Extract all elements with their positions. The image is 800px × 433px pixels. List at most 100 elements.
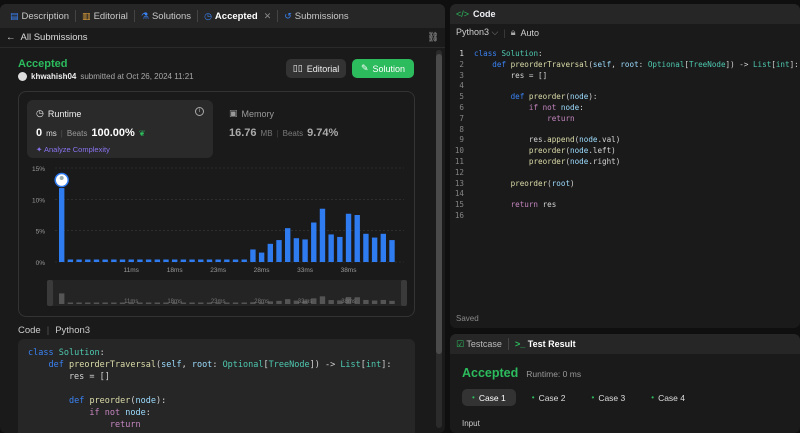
runtime-bar[interactable] <box>293 238 300 262</box>
navigator-handle-right[interactable] <box>401 280 407 306</box>
runtime-bar[interactable] <box>76 259 82 262</box>
code-line[interactable]: 10 preorder(node.left) <box>450 146 800 157</box>
runtime-bar[interactable] <box>389 240 395 262</box>
runtime-bar[interactable] <box>258 252 265 262</box>
runtime-bar[interactable] <box>302 239 308 262</box>
runtime-bar[interactable] <box>59 188 65 262</box>
navigator-bar <box>328 300 334 304</box>
runtime-bar[interactable] <box>85 259 91 262</box>
tab-description[interactable]: ▤ Description <box>6 11 73 22</box>
code-line[interactable]: 13 preorder(root) <box>450 179 800 190</box>
username[interactable]: khwahish04 <box>31 72 76 81</box>
runtime-bar[interactable] <box>163 259 169 262</box>
runtime-bar[interactable] <box>215 259 221 262</box>
submitted-time: submitted at Oct 26, 2024 11:21 <box>80 72 194 81</box>
tab-submissions[interactable]: ↺ Submissions <box>280 11 352 22</box>
runtime-bar[interactable] <box>67 259 74 262</box>
runtime-bar[interactable] <box>363 233 369 262</box>
runtime-bar[interactable] <box>267 243 274 262</box>
navigator-handle-left[interactable] <box>47 280 53 306</box>
back-arrow-icon[interactable]: ← <box>6 32 16 43</box>
code-line[interactable]: 12 <box>450 168 800 179</box>
runtime-distribution-chart[interactable]: 15% 10% 5% 0% 11ms 11ms 18ms 18ms 23ms 23ms 28ms 28… <box>19 162 416 317</box>
code-line[interactable]: 6 if not node: <box>450 103 800 114</box>
tab-testcase[interactable]: ☑ Testcase <box>456 339 502 350</box>
close-icon[interactable]: ✕ <box>264 11 272 21</box>
code-line[interactable]: 5 def preorder(node): <box>450 92 800 103</box>
line-number: 14 <box>454 189 464 199</box>
link-icon[interactable]: ⛓ <box>427 32 439 43</box>
runtime-bar[interactable] <box>111 259 117 262</box>
code-line[interactable]: 3 res = [] <box>450 71 800 82</box>
line-text: class Solution: <box>474 49 543 58</box>
editorial-button[interactable]: ▯▯ Editorial <box>286 59 346 78</box>
code-line[interactable]: 15 return res <box>450 200 800 211</box>
line-number: 13 <box>454 178 464 188</box>
navigator-tick-label: 18ms <box>167 299 182 305</box>
memory-beats: 9.74% <box>307 127 339 139</box>
runtime-bar[interactable] <box>319 208 326 262</box>
runtime-bar[interactable] <box>198 259 204 262</box>
code-line[interactable]: 11 preorder(node.right) <box>450 157 800 168</box>
runtime-bar[interactable] <box>119 259 126 262</box>
tab-test-result[interactable]: >_ Test Result <box>515 339 576 349</box>
code-line[interactable]: 7 return <box>450 114 800 125</box>
line-number: 11 <box>454 156 464 166</box>
runtime-bar[interactable] <box>345 213 352 262</box>
case-tab-4[interactable]: • Case 4 <box>641 389 695 406</box>
runtime-bar[interactable] <box>128 259 134 262</box>
solution-button[interactable]: ✎ Solution <box>352 59 414 78</box>
code-line[interactable]: 1 class Solution: <box>450 49 800 60</box>
code-line[interactable]: 9 res.append(node.val) <box>450 135 800 146</box>
runtime-bar[interactable] <box>137 259 143 262</box>
code-editor[interactable]: 1 class Solution: 2 def preorderTraversal(… <box>450 49 800 222</box>
runtime-bar[interactable] <box>337 236 343 262</box>
code-panel-title: Code <box>473 9 496 19</box>
runtime-bar[interactable] <box>241 259 247 262</box>
runtime-bar[interactable] <box>232 259 239 262</box>
editor-toolbar: Python3 ⌵ | 🔒︎ Auto <box>456 27 540 38</box>
runtime-bar[interactable] <box>189 259 195 262</box>
runtime-bar[interactable] <box>380 233 387 262</box>
y-tick-label: 5% <box>36 229 46 236</box>
runtime-bar[interactable] <box>250 249 256 262</box>
runtime-bar[interactable] <box>328 234 334 262</box>
code-line[interactable]: 14 <box>450 189 800 200</box>
runtime-bar[interactable] <box>145 259 152 262</box>
code-line[interactable]: 8 <box>450 125 800 136</box>
runtime-bar[interactable] <box>206 259 213 262</box>
runtime-bar[interactable] <box>311 222 317 262</box>
analyze-complexity-link[interactable]: ✦ Analyze Complexity <box>36 145 110 154</box>
runtime-bar[interactable] <box>285 228 291 262</box>
runtime-bar[interactable] <box>172 259 178 262</box>
case-tab-3[interactable]: • Case 3 <box>582 389 636 406</box>
info-icon[interactable]: i <box>195 107 204 116</box>
tab-accepted[interactable]: ◷ Accepted ✕ <box>200 11 275 22</box>
runtime-bar[interactable] <box>180 259 187 262</box>
navigator-bar <box>276 300 282 304</box>
code-line[interactable]: 4 <box>450 81 800 92</box>
runtime-bar[interactable] <box>102 259 108 262</box>
runtime-card[interactable]: ◷ Runtime i 0 ms | Beats 100.00% ❦ ✦ Anal… <box>27 100 213 158</box>
case-tab-2[interactable]: • Case 2 <box>522 389 576 406</box>
x-tick-label: 33ms <box>297 267 314 274</box>
tab-editorial[interactable]: ▥ Editorial <box>78 11 132 22</box>
scrollbar-thumb[interactable] <box>436 54 442 354</box>
language-select[interactable]: Python3 ⌵ <box>456 27 498 38</box>
all-submissions-link[interactable]: All Submissions <box>21 32 88 43</box>
tab-solutions[interactable]: ⚗ Solutions <box>137 11 195 22</box>
runtime-bar[interactable] <box>154 259 161 262</box>
runtime-bar[interactable] <box>93 259 100 262</box>
auto-mode-label[interactable]: Auto <box>521 28 540 38</box>
runtime-bar[interactable] <box>224 259 230 262</box>
performance-stats: ◷ Runtime i 0 ms | Beats 100.00% ❦ ✦ Anal… <box>18 91 415 317</box>
code-line[interactable]: 2 def preorderTraversal(self, root: Opti… <box>450 60 800 71</box>
memory-card[interactable]: ▣ Memory 16.76 MB | Beats 9.74% <box>229 100 399 158</box>
runtime-bar[interactable] <box>276 240 282 262</box>
runtime-bar[interactable] <box>354 215 360 262</box>
scrollbar[interactable] <box>436 50 442 428</box>
case-tab-1[interactable]: • Case 1 <box>462 389 516 406</box>
line-text: res = [] <box>474 70 548 80</box>
code-line[interactable]: 16 <box>450 211 800 222</box>
runtime-bar[interactable] <box>371 237 378 262</box>
